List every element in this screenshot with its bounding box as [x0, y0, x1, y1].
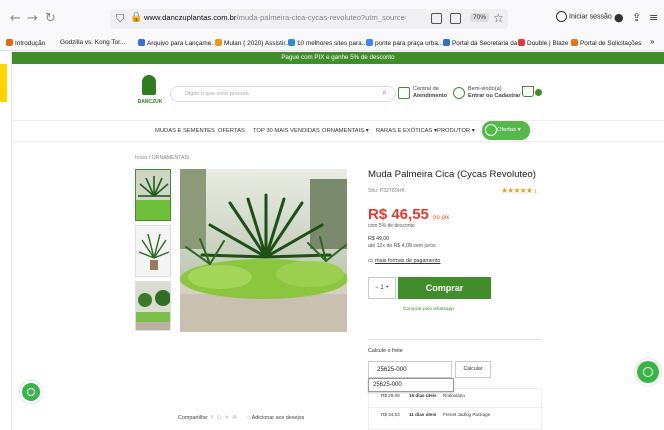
installments-info: até 12x de R$ 4,08 sem juros — [368, 243, 436, 249]
bookmarks-bar: Introdução Godzilla vs. Kong Tor... Arqu… — [0, 36, 664, 51]
whatsapp-buy-link[interactable]: Comprar pelo whatsapp — [403, 307, 454, 312]
wishlist-link[interactable]: Adicionar aos desejos — [252, 415, 305, 421]
bookmark-item[interactable]: ponte para praça urba... — [366, 39, 443, 47]
bookmark-favicon — [518, 39, 525, 46]
product-main-image[interactable] — [180, 169, 347, 332]
quantity-stepper[interactable]: − 1 + — [368, 277, 396, 299]
back-icon[interactable]: ← — [10, 11, 21, 26]
product-price: R$ 46,55 no pix — [368, 206, 450, 223]
bookmark-favicon — [6, 39, 13, 46]
customer-service-link[interactable]: Central de Atendimento — [413, 86, 447, 100]
cart-icon[interactable] — [522, 86, 534, 97]
logo-text: DANCZUK — [137, 99, 163, 105]
menu-item-produtor[interactable]: PRODUTOR ▾ — [437, 128, 475, 134]
tag-icon — [485, 124, 497, 136]
url-bar[interactable]: ⛉ 🔒 www.danczuplantas.com.br/muda-palmei… — [110, 9, 508, 29]
bookmark-favicon — [366, 39, 373, 46]
menu-item-top30[interactable]: TOP 30 MAIS VENDIDAS — [253, 128, 320, 134]
calculate-button[interactable]: Calcular — [455, 361, 491, 378]
bookmark-item[interactable]: Introdução — [6, 39, 45, 47]
facebook-icon[interactable]: f — [211, 415, 213, 421]
menu-item-ornamentais[interactable]: ORNAMENTAIS ▾ — [322, 128, 369, 134]
freight-label: Calcule o frete — [368, 348, 403, 354]
menu-icon[interactable]: ≡ — [649, 11, 658, 24]
bookmark-item[interactable]: 10 melhores sites para... — [288, 39, 367, 47]
side-panel — [0, 52, 12, 430]
search-bar[interactable]: Digite o que você procura ⌕ — [170, 86, 396, 102]
whatsapp-chat-icon[interactable] — [635, 359, 661, 385]
cep-autocomplete[interactable]: 25625-000 — [368, 378, 454, 392]
cep-input[interactable]: 25625-000 — [368, 361, 452, 378]
headset-icon — [398, 87, 410, 99]
bookmark-item[interactable]: Portal da Secretaria da... — [443, 39, 523, 47]
account-icon — [556, 11, 567, 22]
shield-icon[interactable]: ⛉ — [116, 12, 124, 26]
account-link[interactable]: Bem-vindo(a) Entrar ou Cadastrar — [468, 86, 521, 100]
zoom-level[interactable]: 70% — [470, 13, 490, 22]
x-icon[interactable]: ✕ — [225, 415, 230, 421]
cart-badge — [535, 89, 542, 96]
bookmark-item[interactable]: Arquivo para Lançame... — [138, 39, 217, 47]
wishlist-icon[interactable]: ☆ — [246, 415, 251, 421]
bookmark-star-icon[interactable]: ☆ — [493, 11, 504, 25]
product-thumbnail[interactable] — [135, 169, 171, 221]
pinterest-icon[interactable]: ⊙ — [216, 415, 221, 421]
lock-icon[interactable]: 🔒 — [130, 12, 142, 23]
discount-note: com 5% de desconto — [368, 223, 415, 229]
shipping-table: R$ 29,00 16 dias úteis Rodoviário R$ 34,… — [368, 388, 543, 430]
bookmark-item[interactable]: Mulan ( 2020) Assistir... — [215, 39, 290, 47]
ofertas-button[interactable]: Ofertas ▾ — [482, 121, 530, 140]
share-icon[interactable]: ⇪ — [632, 11, 641, 24]
bookmarks-overflow-icon[interactable]: » — [650, 37, 654, 46]
share-bar: Compartilhe: f ⊙ ✕ ✉ ☆ Adicionar aos des… — [178, 415, 305, 421]
card-icon: ▭ — [368, 258, 374, 264]
site-logo[interactable]: DANCZUK — [136, 75, 162, 111]
user-icon — [453, 87, 465, 99]
menu-item-mudas[interactable]: MUDAS E SEMENTES — [155, 128, 215, 134]
menu-item-raras[interactable]: RARAS E EXÓTICAS ▾ — [376, 128, 437, 134]
promo-banner[interactable]: Pague com PIX e ganhe 5% de desconto — [12, 52, 664, 64]
browser-toolbar: ← → ↻ ⛉ 🔒 www.danczuplantas.com.br/muda-… — [0, 0, 664, 36]
side-tab[interactable] — [0, 64, 7, 102]
bookmark-favicon — [571, 39, 578, 46]
url-text[interactable]: www.danczuplantas.com.br/muda-palmeira-c… — [144, 13, 406, 22]
breadcrumb[interactable]: Início / ORNAMENTAIS — [135, 155, 189, 161]
email-icon[interactable]: ✉ — [233, 415, 238, 421]
bookmark-item[interactable]: Double | Blaze — [518, 39, 568, 47]
reader-view-icon[interactable] — [431, 13, 442, 24]
product-thumbnail[interactable] — [135, 281, 171, 331]
buy-button[interactable]: Comprar — [398, 277, 491, 299]
more-payment-link[interactable]: ▭ mais formas de pagamento — [368, 258, 440, 264]
regular-price: R$ 49,00 — [368, 236, 390, 242]
bookmark-item[interactable]: Portal de Solicitações — [571, 39, 641, 47]
logo-leaf-icon — [142, 75, 156, 95]
bookmark-favicon — [288, 39, 295, 46]
bookmark-favicon — [215, 39, 222, 46]
product-thumbnail[interactable] — [135, 225, 171, 277]
sign-in-button[interactable]: Iniciar sessão — [556, 11, 612, 22]
rating-stars[interactable]: ★★★★★ 1 — [501, 186, 537, 195]
bookmark-item[interactable]: Godzilla vs. Kong Tor... — [60, 39, 125, 46]
product-title: Muda Palmeira Cica (Cycas Revoluteo) — [368, 169, 536, 180]
extension-icon[interactable]: ● — [614, 11, 624, 24]
search-input[interactable]: Digite o que você procura — [185, 91, 249, 97]
forward-icon[interactable]: → — [27, 11, 38, 26]
menu-item-ofertas[interactable]: OFERTAS — [218, 128, 245, 134]
main-menu: MUDAS E SEMENTES OFERTAS TOP 30 MAIS VEN… — [12, 120, 664, 142]
bookmark-favicon — [443, 39, 450, 46]
product-sku: Sku: P32789HK — [368, 188, 405, 194]
divider — [368, 339, 542, 340]
screenshot-icon[interactable] — [450, 13, 461, 24]
table-row: R$ 34,53 11 dias úteis Frenet Jadlog Pac… — [369, 407, 543, 421]
bookmark-favicon — [138, 39, 145, 46]
search-icon[interactable]: ⌕ — [382, 88, 387, 98]
whatsapp-icon[interactable] — [20, 381, 42, 403]
reload-icon[interactable]: ↻ — [45, 11, 56, 26]
